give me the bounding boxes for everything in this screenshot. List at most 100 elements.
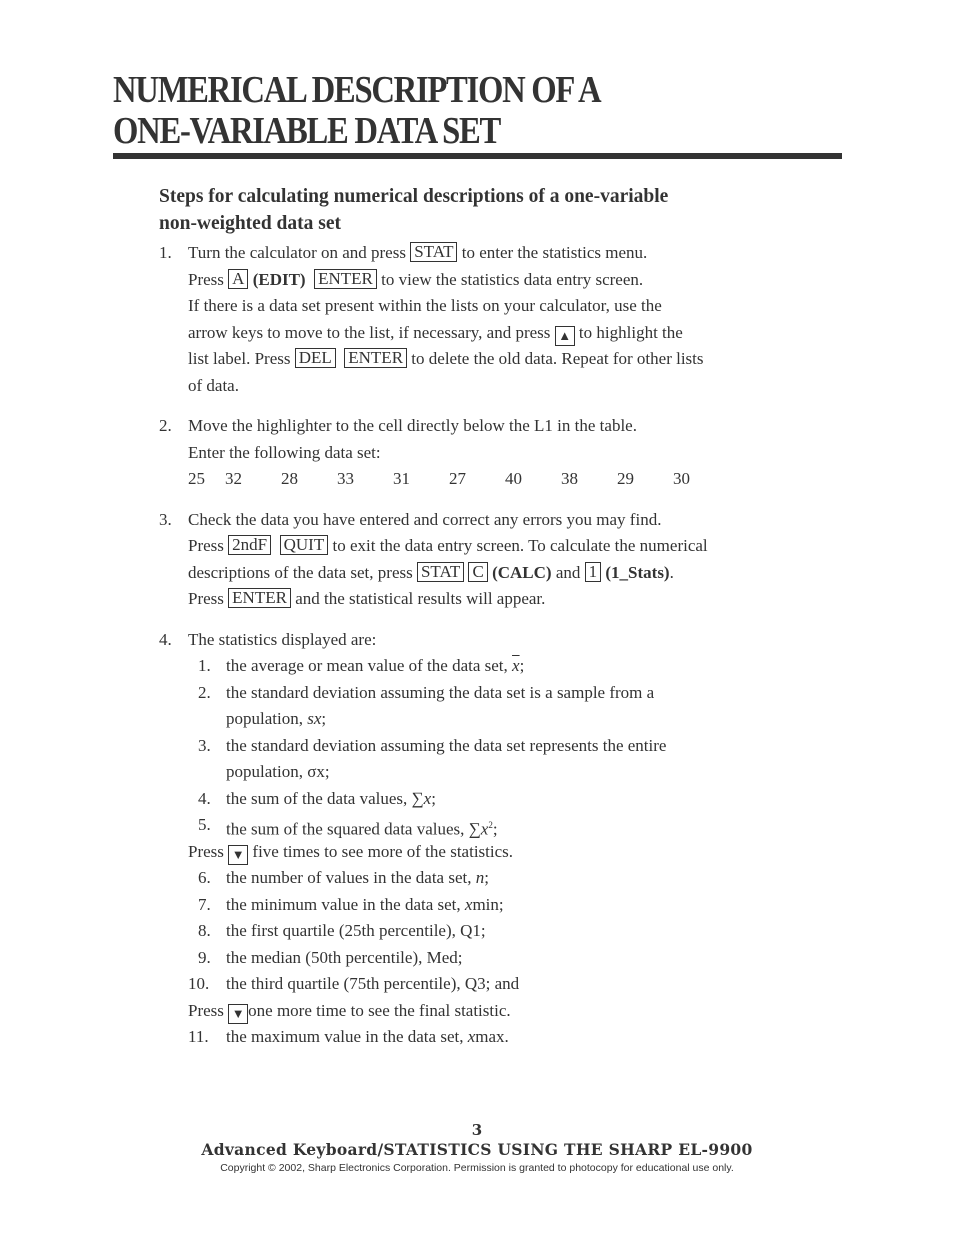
text: the standard deviation assuming the data… (226, 735, 667, 755)
stat-item: 7. the minimum value in the data set, xmi… (159, 892, 819, 919)
edit-label: (EDIT) (252, 269, 306, 289)
text: Enter the following data set: (188, 442, 381, 462)
text: the minimum value in the data set, (226, 894, 465, 914)
data-value: 38 (561, 469, 578, 488)
section-heading: Steps for calculating numerical descript… (159, 183, 819, 237)
sx-symbol: sx (307, 709, 322, 728)
enter-key: ENTER (228, 588, 291, 608)
item-number: 3. (198, 735, 211, 755)
step-2: 2. Move the highlighter to the cell direc… (159, 413, 819, 493)
title-rule (113, 153, 842, 159)
item-number: 2. (198, 682, 211, 702)
text: ; (519, 656, 525, 675)
c-key: C (468, 561, 488, 582)
stat-item: 2. the standard deviation assuming the da… (159, 680, 819, 707)
text: Press (188, 269, 224, 289)
stat-item: 10. the third quartile (75th percentile),… (159, 971, 819, 998)
text: the number of values in the data set, (226, 868, 476, 887)
mean-symbol: x (512, 656, 520, 675)
step-1: 1. Turn the calculator on and press STAT… (159, 240, 819, 399)
text: the standard deviation assuming the data… (226, 682, 655, 702)
text: one more time to see the final statistic… (248, 1000, 511, 1020)
down-arrow-key-icon: ▼ (228, 1003, 249, 1024)
stat-item: 8. the first quartile (25th percentile), … (159, 918, 819, 945)
text: Check the data you have entered and corr… (188, 509, 662, 529)
item-number: 4. (198, 788, 211, 808)
text: . (669, 562, 674, 582)
text: Turn the calculator on and press (188, 243, 406, 262)
item-number: 10. (188, 974, 210, 993)
text: ; (321, 709, 327, 728)
data-value: 30 (673, 469, 690, 488)
data-set-values: 25 32 28 33 31 27 40 38 29 30 (159, 466, 819, 493)
step-3: 3. Check the data you have entered and co… (159, 507, 819, 613)
stat-item: 11. the maximum value in the data set, xm… (159, 1024, 819, 1051)
data-value: 28 (281, 469, 298, 488)
text: Press (188, 536, 224, 555)
2ndf-key: 2ndF (228, 535, 272, 555)
text: arrow keys to move to the list, if neces… (188, 322, 551, 342)
quit-key: QUIT (279, 535, 329, 555)
step-number: 1. (159, 243, 172, 262)
text: of data. (188, 375, 239, 395)
text: and (555, 562, 581, 582)
copyright-notice: Copyright © 2002, Sharp Electronics Corp… (220, 1162, 734, 1174)
step-4: 4. The statistics displayed are: 1. the av… (159, 627, 819, 1051)
text: to enter the statistics menu. (461, 243, 648, 262)
item-number: 7. (198, 894, 211, 914)
text: five times to see more of the statistics… (252, 841, 514, 861)
text: Press (188, 841, 224, 861)
stats-label: (1_Stats) (605, 562, 670, 582)
text: the third quartile (75th percentile), Q3… (226, 974, 520, 993)
text: descriptions of the data set, press (188, 562, 413, 582)
up-arrow-key-icon: ▲ (554, 325, 575, 346)
stat-key: STAT (410, 242, 458, 262)
a-key: A (228, 268, 249, 289)
del-key: DEL (294, 348, 336, 368)
text: min; (472, 894, 504, 914)
1-key: 1 (584, 561, 602, 582)
step-number: 2. (159, 416, 172, 435)
section-heading-line1: Steps for calculating numerical descript… (159, 186, 669, 207)
stat-item: 6. the number of values in the data set, … (159, 865, 819, 892)
item-number: 11. (188, 1027, 209, 1046)
text: Press (188, 589, 224, 608)
text: the first quartile (25th percentile), Q1… (226, 921, 486, 940)
enter-key: ENTER (314, 268, 377, 289)
stat-item: 4. the sum of the data values, ∑x; (159, 786, 819, 813)
data-value: 33 (337, 469, 354, 488)
enter-key: ENTER (344, 348, 408, 368)
text: the average or mean value of the data se… (226, 656, 513, 675)
text: ; (484, 868, 489, 887)
text: population, σx; (226, 762, 330, 781)
data-value: 27 (449, 469, 466, 488)
text: and the statistical results will appear. (295, 589, 546, 608)
text: Press (188, 1000, 224, 1020)
item-number: 8. (198, 921, 211, 940)
item-number: 5. (198, 815, 211, 834)
section-heading-line2: non-weighted data set (159, 213, 342, 234)
step-number: 3. (159, 509, 172, 529)
text: the sum of the squared data values, ∑ (226, 819, 481, 839)
page-title: NUMERICAL DESCRIPTION OF A ONE-VARIABLE … (113, 70, 602, 152)
text: list label. Press (188, 349, 291, 368)
text: ; (431, 788, 436, 808)
data-value: 31 (393, 469, 410, 488)
text: Move the highlighter to the cell directl… (188, 416, 637, 435)
page-title-line2: ONE-VARIABLE DATA SET (113, 110, 501, 152)
step-number: 4. (159, 629, 172, 649)
item-number: 9. (198, 947, 211, 967)
footer-title: Advanced Keyboard/STATISTICS USING THE S… (201, 1140, 753, 1159)
stat-item: 9. the median (50th percentile), Med; (159, 945, 819, 972)
text: to view the statistics data entry screen… (381, 269, 644, 289)
stat-item: 1. the average or mean value of the data … (159, 653, 819, 680)
text: max. (475, 1027, 509, 1046)
stat-item: 3. the standard deviation assuming the da… (159, 733, 819, 760)
n-symbol: n (475, 868, 485, 887)
data-value: 29 (617, 469, 634, 488)
calc-label: (CALC) (492, 562, 552, 582)
stat-item: 5. the sum of the squared data values, ∑x… (159, 812, 819, 839)
text: to exit the data entry screen. To calcul… (332, 536, 708, 555)
text: the sum of the data values, ∑ (226, 788, 424, 808)
text: the median (50th percentile), Med; (226, 947, 463, 967)
